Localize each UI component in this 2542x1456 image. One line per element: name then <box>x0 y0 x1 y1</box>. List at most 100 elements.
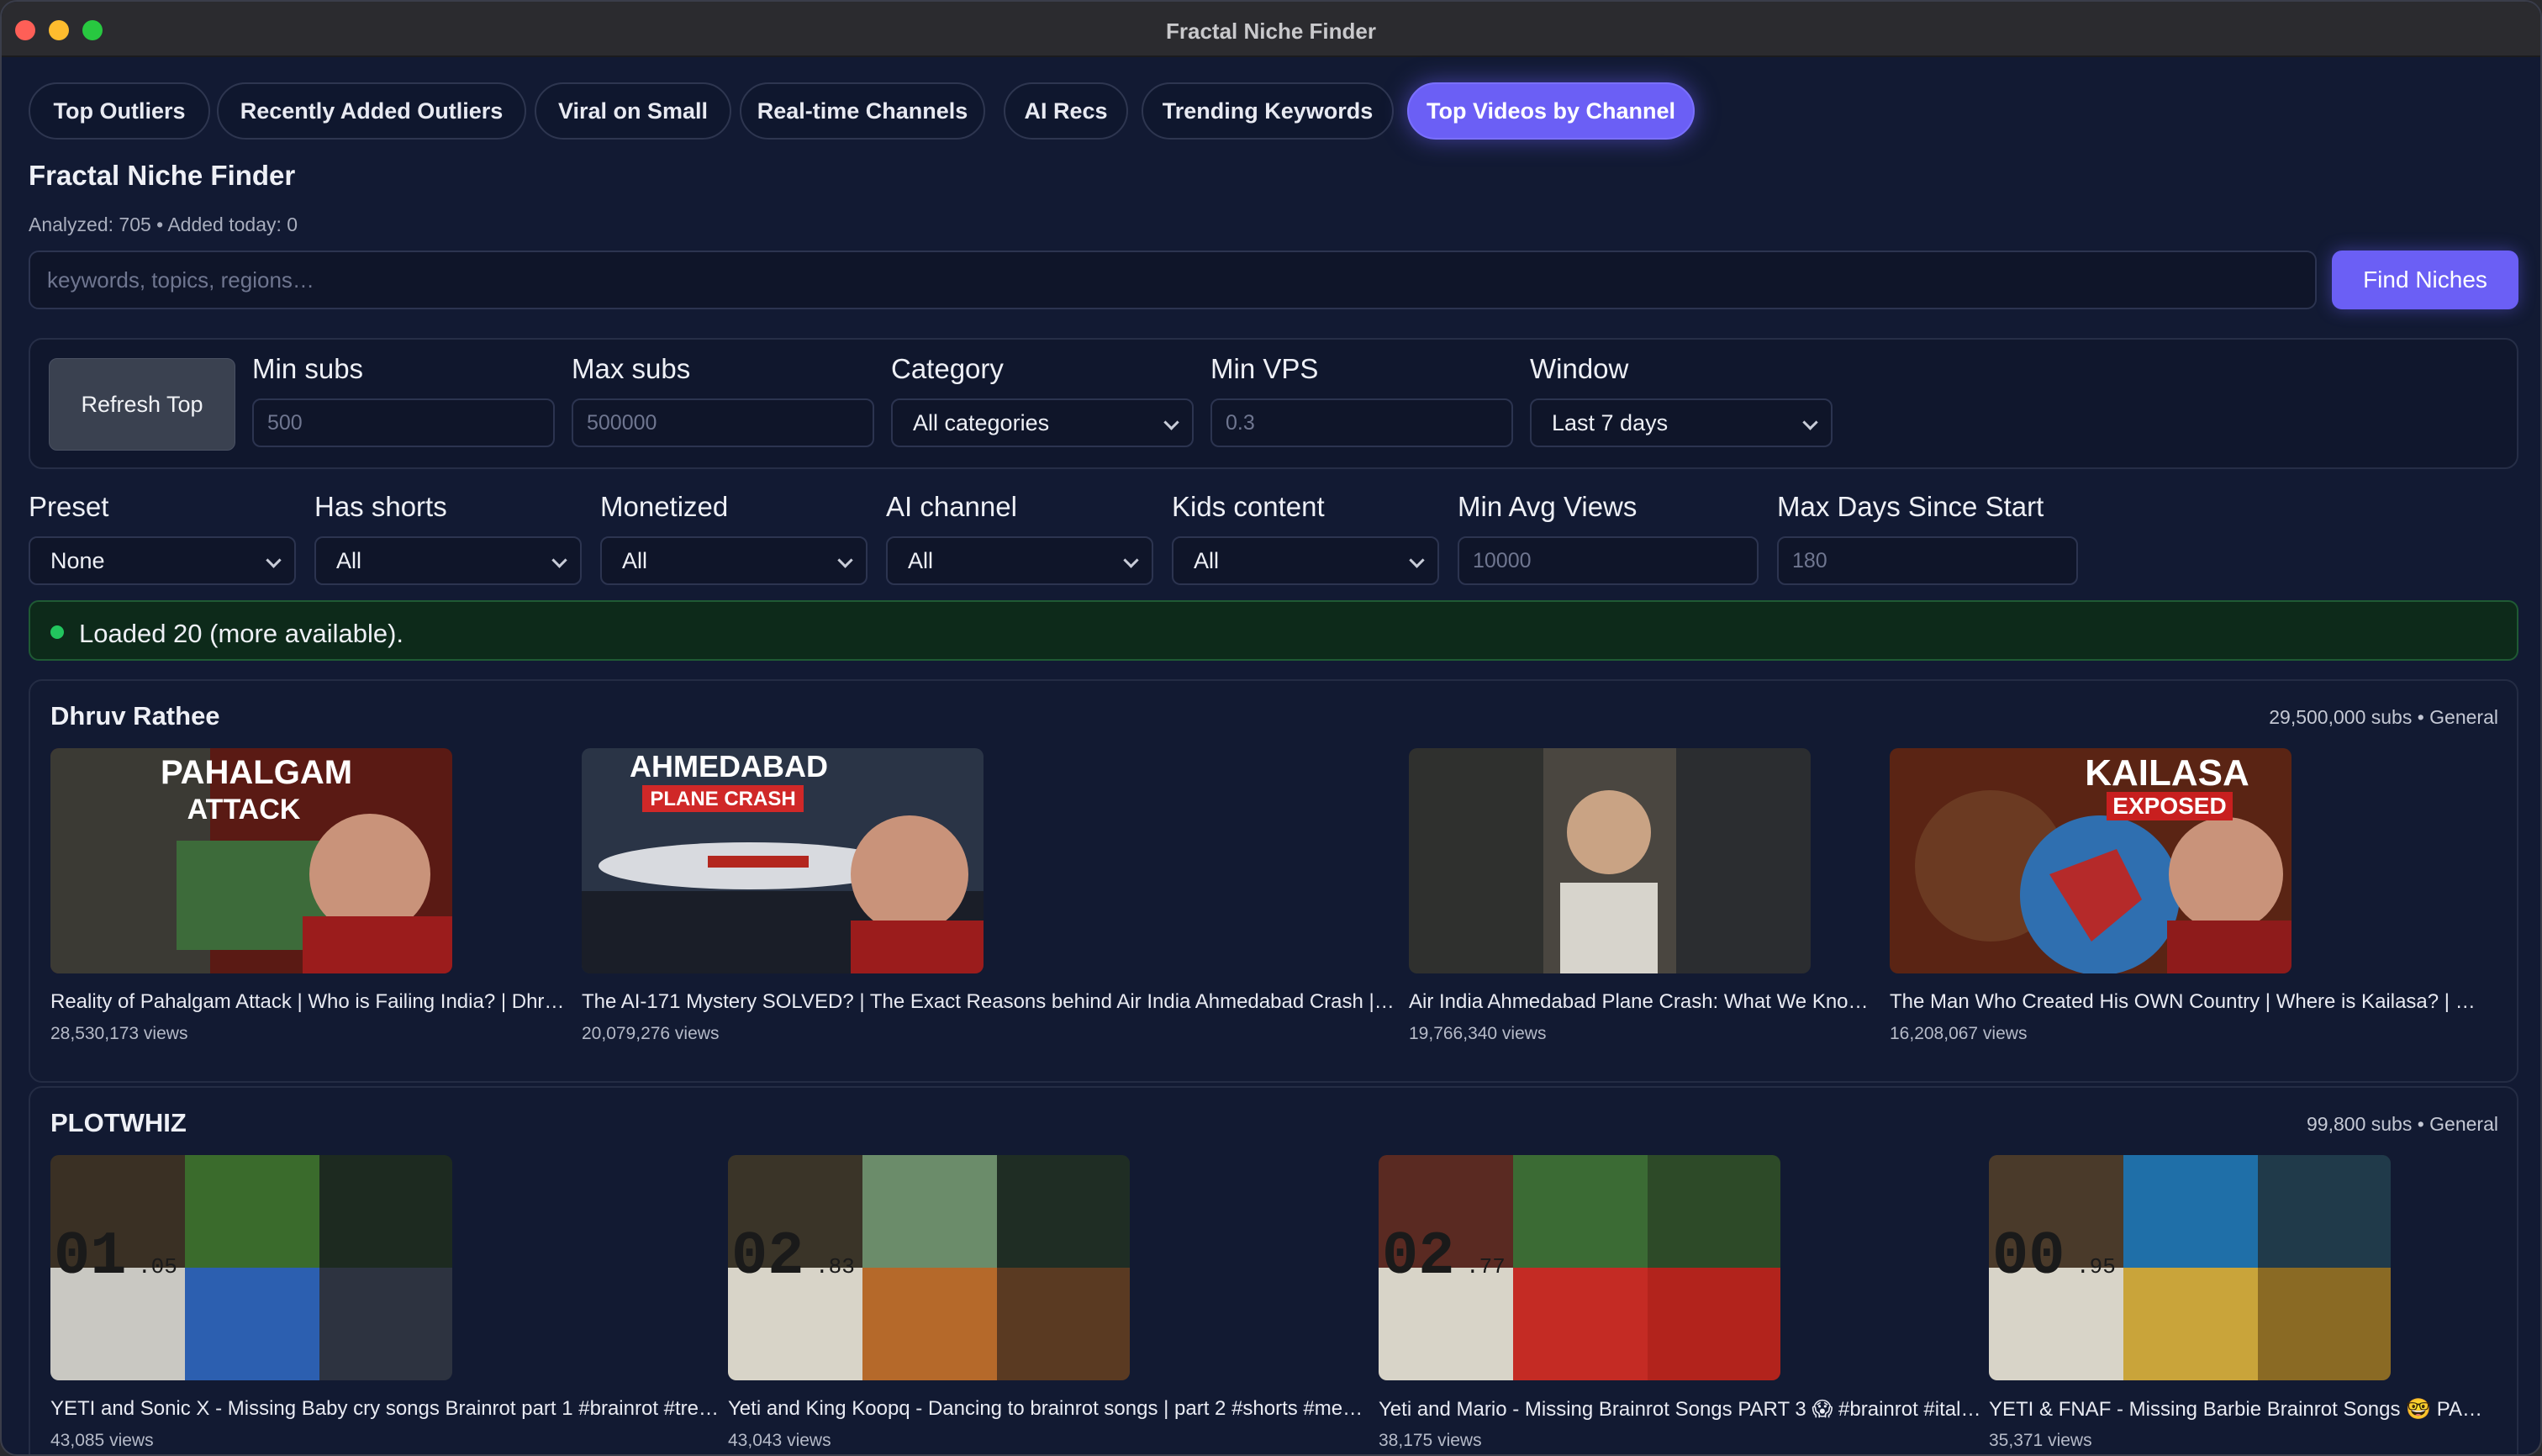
video-views: 38,175 views <box>1379 1431 1482 1450</box>
search-input[interactable] <box>29 251 2317 309</box>
chevron-down-icon <box>1123 552 1139 568</box>
thumb-number: 00 <box>1992 1222 2065 1291</box>
tab-top-videos-by-channel[interactable]: Top Videos by Channel <box>1407 82 1695 140</box>
preset-label: Preset <box>29 491 109 522</box>
tab-recently-added-outliers[interactable]: Recently Added Outliers <box>217 82 526 140</box>
tab-viral-on-small[interactable]: Viral on Small <box>535 82 731 140</box>
tab-top-outliers[interactable]: Top Outliers <box>29 82 210 140</box>
thumb-headline: AHMEDABAD <box>630 749 828 783</box>
channel-card: PLOTWHIZ 99,800 subs • General 01 .05 YE… <box>29 1086 2518 1454</box>
category-value: All categories <box>913 409 1050 435</box>
video-title[interactable]: The Man Who Created His OWN Country | Wh… <box>1890 990 2487 1014</box>
has-shorts-select[interactable]: All <box>314 536 582 585</box>
thumb-subline: EXPOSED <box>2112 793 2226 819</box>
video-title[interactable]: Air India Ahmedabad Plane Crash: What We… <box>1409 990 1880 1014</box>
thumb-decimal: .83 <box>815 1254 855 1279</box>
video-thumbnail[interactable]: KAILASA EXPOSED <box>1890 748 2291 973</box>
video-title[interactable]: YETI & FNAF - Missing Barbie Brainrot So… <box>1989 1397 2493 1422</box>
video-views: 28,530,173 views <box>50 1024 188 1043</box>
min-avg-views-input[interactable] <box>1458 536 1759 585</box>
chevron-down-icon <box>837 552 853 568</box>
min-subs-input[interactable] <box>252 398 555 447</box>
min-vps-label: Min VPS <box>1210 353 1319 384</box>
thumb-subline: ATTACK <box>187 794 301 826</box>
min-subs-label: Min subs <box>252 353 364 384</box>
status-dot-icon <box>50 625 64 639</box>
chevron-down-icon <box>1163 414 1179 430</box>
max-subs-label: Max subs <box>572 353 691 384</box>
top-controls-panel: Refresh Top Min subs Max subs Category A… <box>29 338 2518 469</box>
kids-content-select[interactable]: All <box>1172 536 1439 585</box>
thumb-headline: KAILASA <box>2085 752 2249 794</box>
channel-meta: 99,800 subs • General <box>2307 1113 2498 1135</box>
min-vps-input[interactable] <box>1210 398 1513 447</box>
video-title[interactable]: Reality of Pahalgam Attack | Who is Fail… <box>50 990 570 1014</box>
channel-meta: 29,500,000 subs • General <box>2269 706 2498 728</box>
ai-channel-label: AI channel <box>886 491 1017 522</box>
find-niches-button[interactable]: Find Niches <box>2332 251 2518 309</box>
video-views: 16,208,067 views <box>1890 1024 2028 1043</box>
thumb-decimal: .95 <box>2076 1254 2116 1279</box>
chevron-down-icon <box>266 552 282 568</box>
category-label: Category <box>891 353 1004 384</box>
thumb-subline: PLANE CRASH <box>650 788 795 810</box>
kids-content-label: Kids content <box>1172 491 1325 522</box>
channel-name: Dhruv Rathee <box>50 701 220 731</box>
tab-ai-recs[interactable]: AI Recs <box>1004 82 1128 140</box>
thumb-number: 02 <box>1382 1222 1454 1291</box>
has-shorts-label: Has shorts <box>314 491 447 522</box>
ai-channel-value: All <box>908 547 934 573</box>
monetized-value: All <box>622 547 648 573</box>
video-views: 35,371 views <box>1989 1431 2092 1450</box>
window-value: Last 7 days <box>1552 409 1669 435</box>
refresh-top-button[interactable]: Refresh Top <box>49 358 235 451</box>
preset-select[interactable]: None <box>29 536 296 585</box>
status-banner: Loaded 20 (more available). <box>29 600 2518 661</box>
channel-name: PLOTWHIZ <box>50 1108 187 1137</box>
monetized-select[interactable]: All <box>600 536 868 585</box>
video-thumbnail[interactable]: PAHALGAM ATTACK <box>50 748 452 973</box>
channel-card: Dhruv Rathee 29,500,000 subs • General P… <box>29 679 2518 1083</box>
video-thumbnail[interactable]: 02 .77 <box>1379 1155 1780 1380</box>
video-thumbnail[interactable]: 00 .95 <box>1989 1155 2391 1380</box>
app-window: Fractal Niche Finder Top Outliers Recent… <box>0 0 2542 1456</box>
thumb-decimal: .77 <box>1466 1254 1506 1279</box>
stats-text: Analyzed: 705 • Added today: 0 <box>29 214 298 235</box>
page-title: Fractal Niche Finder <box>29 160 296 191</box>
category-select[interactable]: All categories <box>891 398 1194 447</box>
max-days-input[interactable] <box>1777 536 2078 585</box>
status-text: Loaded 20 (more available). <box>79 619 404 648</box>
video-views: 19,766,340 views <box>1409 1024 1547 1043</box>
thumb-headline: PAHALGAM <box>161 754 352 791</box>
min-avg-views-label: Min Avg Views <box>1458 491 1638 522</box>
thumb-decimal: .05 <box>138 1254 177 1279</box>
video-title[interactable]: The AI-171 Mystery SOLVED? | The Exact R… <box>582 990 1395 1014</box>
thumb-number: 02 <box>731 1222 804 1291</box>
title-bar: Fractal Niche Finder <box>2 2 2540 57</box>
max-subs-input[interactable] <box>572 398 874 447</box>
chevron-down-icon <box>1409 552 1425 568</box>
thumb-number: 01 <box>54 1222 126 1291</box>
monetized-label: Monetized <box>600 491 729 522</box>
tab-trending-keywords[interactable]: Trending Keywords <box>1142 82 1394 140</box>
window-label: Window <box>1530 353 1629 384</box>
chevron-down-icon <box>1802 414 1818 430</box>
has-shorts-value: All <box>336 547 362 573</box>
video-thumbnail[interactable]: AHMEDABAD PLANE CRASH <box>582 748 984 973</box>
video-thumbnail[interactable] <box>1409 748 1811 973</box>
video-views: 20,079,276 views <box>582 1024 720 1043</box>
video-views: 43,085 views <box>50 1431 154 1450</box>
chevron-down-icon <box>551 552 567 568</box>
ai-channel-select[interactable]: All <box>886 536 1153 585</box>
window-title: Fractal Niche Finder <box>1166 18 1376 44</box>
video-title[interactable]: Yeti and Mario - Missing Brainrot Songs … <box>1379 1397 1984 1422</box>
tab-real-time-channels[interactable]: Real-time Channels <box>740 82 985 140</box>
kids-content-value: All <box>1194 547 1220 573</box>
video-thumbnail[interactable]: 01 .05 <box>50 1155 452 1380</box>
video-views: 43,043 views <box>728 1431 831 1450</box>
window-select[interactable]: Last 7 days <box>1530 398 1833 447</box>
video-title[interactable]: YETI and Sonic X - Missing Baby cry song… <box>50 1397 730 1421</box>
video-title[interactable]: Yeti and King Koopq - Dancing to brainro… <box>728 1397 1375 1421</box>
max-days-label: Max Days Since Start <box>1777 491 2044 522</box>
video-thumbnail[interactable]: 02 .83 <box>728 1155 1130 1380</box>
